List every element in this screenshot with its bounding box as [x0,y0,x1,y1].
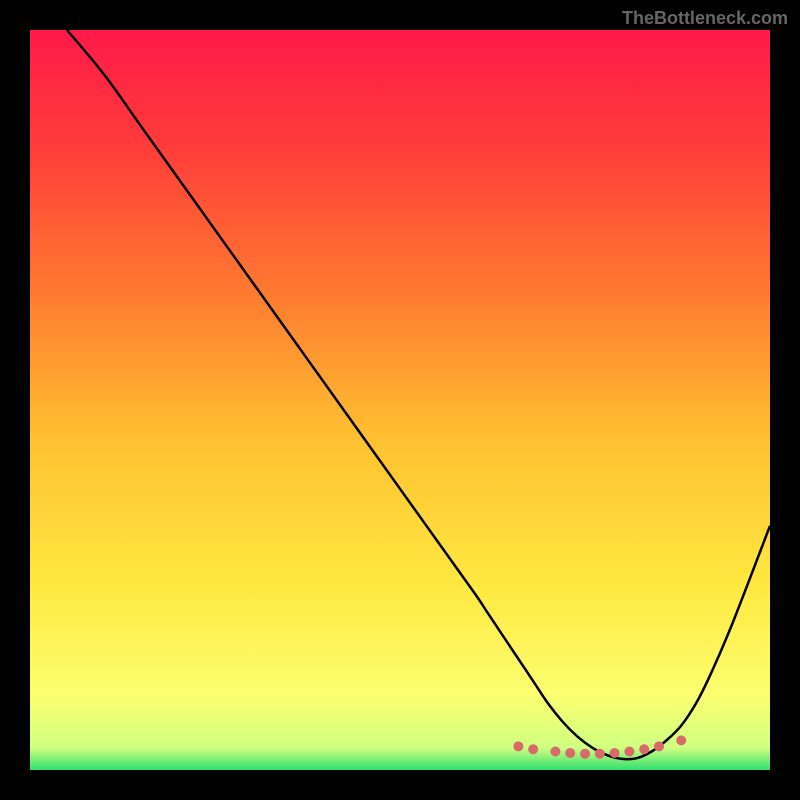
gradient-background [30,30,770,770]
optimal-dot [580,749,590,759]
optimal-dot [513,741,523,751]
optimal-dot [639,744,649,754]
chart-container: TheBottleneck.com [0,0,800,800]
optimal-dot [624,747,634,757]
optimal-dot [550,747,560,757]
optimal-dot [610,748,620,758]
optimal-dot [565,748,575,758]
optimal-dot [676,735,686,745]
bottleneck-chart [0,0,800,800]
optimal-dot [528,744,538,754]
optimal-dot [654,741,664,751]
watermark-text: TheBottleneck.com [622,8,788,29]
optimal-dot [595,749,605,759]
